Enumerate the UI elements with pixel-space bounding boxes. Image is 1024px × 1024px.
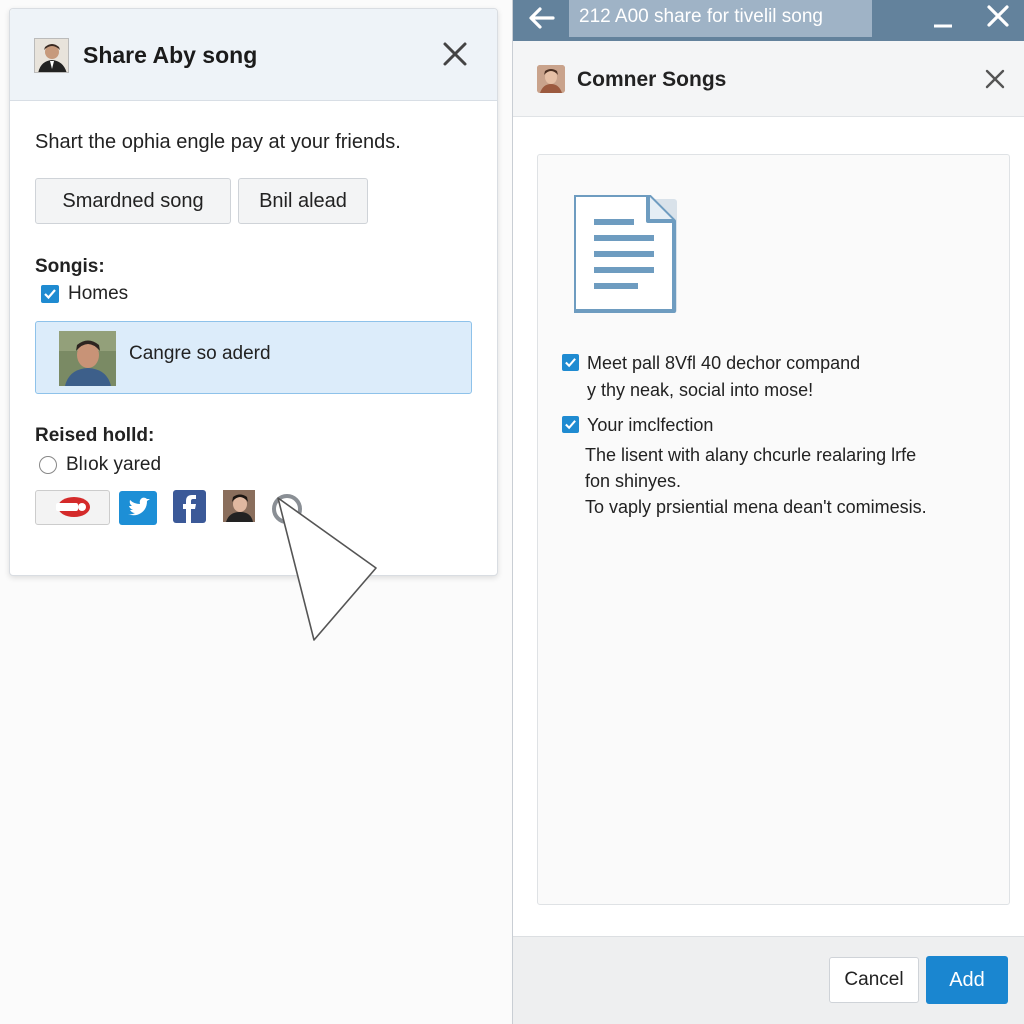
panel-header: Comner Songs (513, 41, 1024, 117)
item-1-checkbox[interactable] (562, 354, 579, 371)
smardned-song-button[interactable]: Smardned song (35, 178, 231, 224)
add-button[interactable]: Add (926, 956, 1008, 1004)
avatar (34, 38, 69, 73)
window-close-icon[interactable] (985, 3, 1011, 34)
selected-song-title: Cangre so aderd (129, 343, 271, 364)
check-icon (565, 420, 576, 430)
mouse-cursor-icon (268, 490, 388, 655)
item-1-line-1: y thy neak, social into mose! (587, 380, 814, 400)
check-icon (44, 289, 56, 300)
share-song-dialog: Share Aby song Shart the ophia engle pay… (9, 8, 498, 576)
dialog-footer: Cancel Add (513, 936, 1024, 1024)
window-title: 212 A00 share for tivelil song (579, 6, 823, 27)
minimize-icon[interactable] (931, 6, 955, 37)
bnil-alead-button[interactable]: Bnil alead (238, 178, 368, 224)
blok-yared-radio[interactable] (39, 456, 57, 474)
profile-share-icon[interactable] (223, 490, 255, 522)
blok-yared-radio-label: Blıok yared (66, 454, 162, 475)
red-share-icon[interactable] (35, 490, 110, 525)
item-2-checkbox[interactable] (562, 416, 579, 433)
homes-checkbox[interactable] (41, 285, 59, 303)
songs-section-label: Songis: (35, 256, 105, 277)
panel-title: Comner Songs (577, 68, 727, 91)
item-2-line-3: To vaply prsiential mena dean't comimesi… (585, 497, 927, 517)
dialog-description: Shart the ophia engle pay at your friend… (35, 131, 401, 153)
twitter-icon[interactable] (119, 491, 157, 530)
item-2-line-2: fon shinyes. (585, 471, 682, 491)
song-artist-photo (59, 331, 116, 386)
item-2-label: Your imclfection (587, 415, 714, 435)
avatar (537, 65, 565, 93)
reised-section-label: Reised holld: (35, 425, 155, 446)
dialog-header: Share Aby song (10, 9, 497, 101)
document-icon (572, 193, 678, 320)
close-icon[interactable] (441, 40, 469, 68)
window-titlebar: 212 A00 share for tivelil song (513, 0, 1024, 41)
item-2-line-1: The lisent with alany chcurle realaring … (585, 445, 917, 465)
content-panel: Meet pall 8Vfl 40 dechor compand y thy n… (537, 154, 1010, 905)
dialog-title: Share Aby song (83, 42, 258, 68)
cancel-button[interactable]: Cancel (829, 957, 919, 1003)
check-icon (565, 358, 576, 368)
back-arrow-icon[interactable] (527, 4, 557, 37)
item-1-label: Meet pall 8Vfl 40 dechor compand (587, 353, 861, 373)
panel-close-icon[interactable] (983, 67, 1007, 91)
homes-checkbox-label: Homes (68, 283, 129, 304)
selected-song-item[interactable]: Cangre so aderd (35, 321, 472, 394)
songs-window: 212 A00 share for tivelil song Comner So… (512, 0, 1024, 1024)
facebook-icon[interactable] (173, 490, 206, 528)
